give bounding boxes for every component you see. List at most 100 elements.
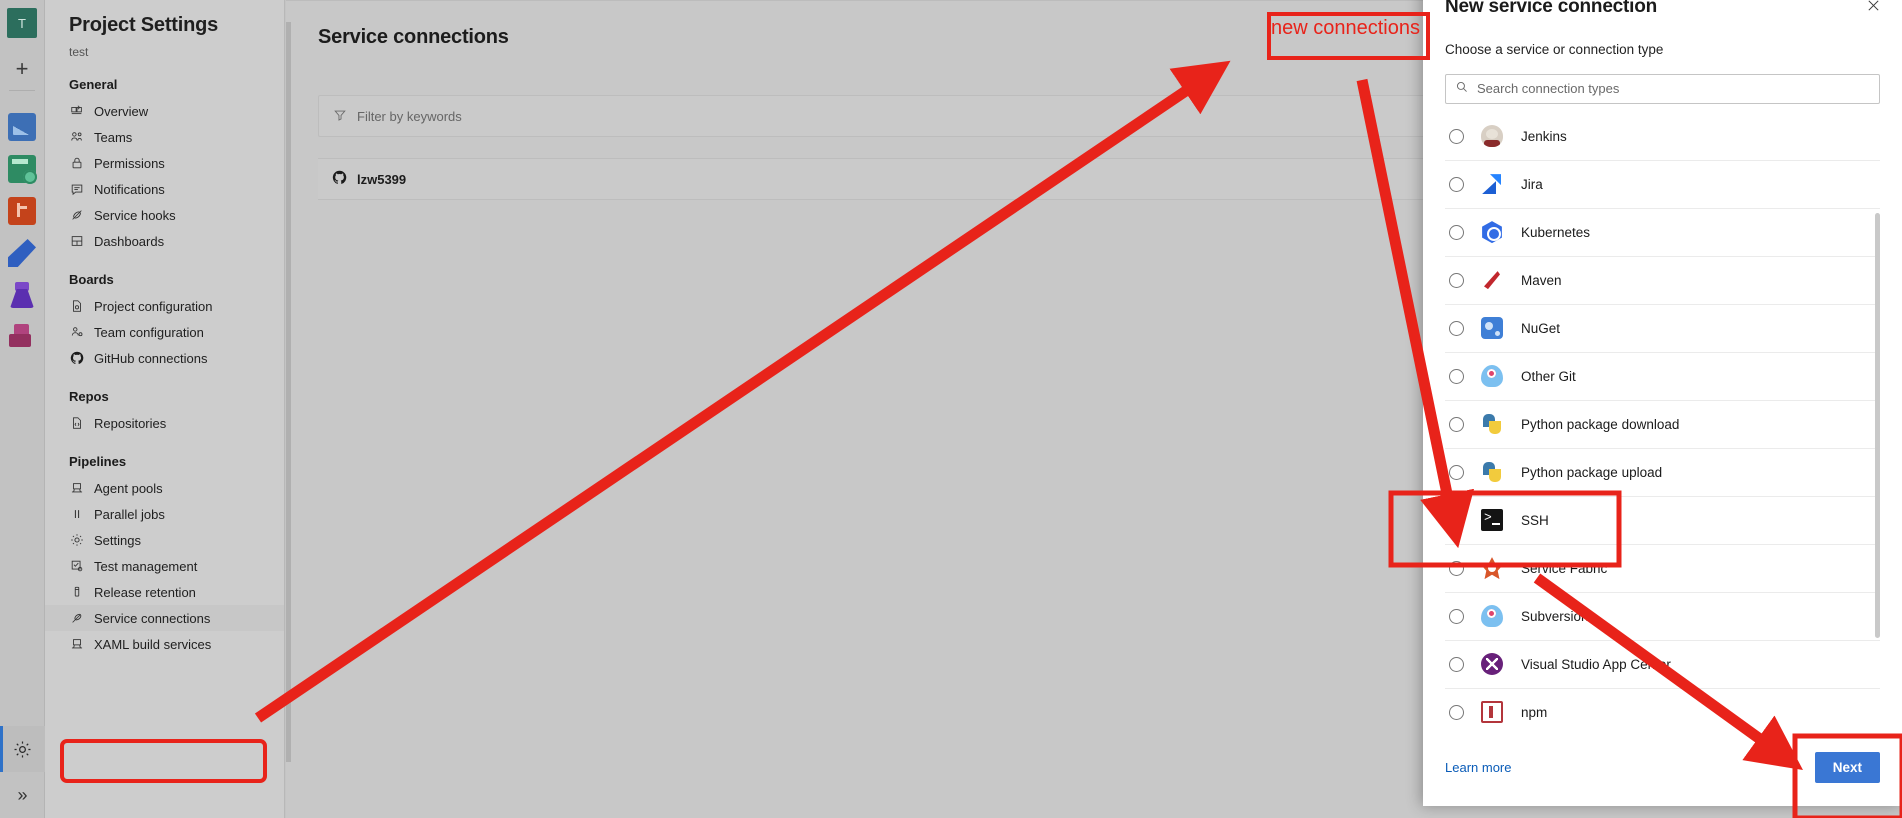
radio-python-package-download[interactable] — [1449, 416, 1464, 432]
sidebar-item-notifications[interactable]: Notifications — [45, 176, 284, 202]
lock-icon — [69, 156, 84, 171]
sidebar-item-repositories[interactable]: Repositories — [45, 410, 284, 436]
close-icon[interactable] — [1860, 0, 1886, 18]
list-item-label: Subversion — [1521, 608, 1589, 624]
subversion-icon — [1481, 605, 1503, 628]
sidebar-item-agent-pools[interactable]: Agent pools — [45, 475, 284, 501]
list-item-visual-studio-app-center[interactable]: Visual Studio App Center — [1445, 641, 1880, 689]
sidebar-item-github-connections[interactable]: GitHub connections — [45, 345, 284, 371]
sidebar-item-service-connections[interactable]: Service connections — [45, 605, 284, 631]
organization-avatar[interactable]: T — [7, 8, 37, 38]
artifacts-icon[interactable] — [8, 323, 36, 351]
radio-service-fabric[interactable] — [1449, 560, 1464, 576]
teams-icon — [69, 130, 84, 145]
sidebar-item-release-retention[interactable]: Release retention — [45, 579, 284, 605]
boards-icon[interactable] — [8, 155, 37, 184]
global-nav-rail: T + » — [0, 0, 45, 818]
sidebar-item-service-hooks[interactable]: Service hooks — [45, 202, 284, 228]
pipelines-icon[interactable] — [8, 239, 36, 267]
list-item-label: SSH — [1521, 512, 1549, 528]
sidebar-item-teams[interactable]: Teams — [45, 124, 284, 150]
filter-icon — [333, 108, 347, 125]
sidebar-item-label: Team configuration — [94, 324, 204, 340]
create-new-icon[interactable]: + — [7, 52, 37, 86]
list-item-python-package-download[interactable]: Python package download — [1445, 401, 1880, 449]
learn-more-link[interactable]: Learn more — [1445, 760, 1511, 775]
sidebar-item-permissions[interactable]: Permissions — [45, 150, 284, 176]
service-fabric-icon — [1481, 557, 1503, 580]
list-item-label: NuGet — [1521, 320, 1561, 336]
dialog-list-scrollbar[interactable] — [1875, 212, 1880, 638]
list-item-ssh[interactable]: SSH — [1445, 497, 1880, 545]
list-item-jenkins[interactable]: Jenkins — [1445, 113, 1880, 161]
project-configuration-icon — [69, 299, 84, 314]
radio-nuget[interactable] — [1449, 320, 1464, 336]
sidebar-item-xaml-build-services[interactable]: XAML build services — [45, 631, 284, 657]
test-management-icon — [69, 559, 84, 574]
radio-jenkins[interactable] — [1449, 128, 1464, 144]
project-settings-nav: Project Settings test General Overview T… — [45, 0, 285, 818]
sidebar-item-dashboards[interactable]: Dashboards — [45, 228, 284, 254]
sidebar-item-label: Settings — [94, 532, 141, 548]
nav-group-general: General — [69, 77, 118, 92]
list-item-kubernetes[interactable]: Kubernetes — [1445, 209, 1880, 257]
dialog-header: New service connection — [1423, 0, 1902, 18]
main-scrollbar[interactable] — [286, 22, 291, 762]
test-plans-icon[interactable] — [9, 281, 35, 309]
list-item-label: Kubernetes — [1521, 224, 1591, 240]
python-icon — [1481, 413, 1503, 435]
sidebar-item-parallel-jobs[interactable]: Parallel jobs — [45, 501, 284, 527]
project-settings-gear-icon[interactable] — [0, 726, 45, 772]
overview-icon — [69, 104, 84, 119]
sidebar-item-label: Agent pools — [94, 480, 163, 496]
radio-maven[interactable] — [1449, 272, 1464, 288]
radio-jira[interactable] — [1449, 176, 1464, 192]
sidebar-item-overview[interactable]: Overview — [45, 98, 284, 124]
repositories-icon — [69, 416, 84, 431]
list-item-label: Jenkins — [1521, 128, 1567, 144]
connection-type-list: Jenkins Jira Kubernetes Maven NuGet Othe… — [1445, 113, 1880, 728]
list-item-npm[interactable]: npm — [1445, 689, 1880, 728]
radio-other-git[interactable] — [1449, 368, 1464, 384]
sidebar-item-label: GitHub connections — [94, 350, 208, 366]
sidebar-item-project-configuration[interactable]: Project configuration — [45, 293, 284, 319]
list-item-jira[interactable]: Jira — [1445, 161, 1880, 209]
agent-pools-icon — [69, 481, 84, 496]
radio-subversion[interactable] — [1449, 608, 1464, 624]
list-item-service-fabric[interactable]: Service Fabric — [1445, 545, 1880, 593]
radio-ssh[interactable] — [1449, 512, 1464, 528]
radio-kubernetes[interactable] — [1449, 224, 1464, 240]
list-item-python-package-upload[interactable]: Python package upload — [1445, 449, 1880, 497]
dialog-footer: Learn more Next — [1423, 728, 1902, 806]
nav-group-repos: Repos — [69, 389, 109, 404]
search-placeholder: Search connection types — [1477, 81, 1620, 97]
github-icon — [69, 351, 84, 366]
list-item-other-git[interactable]: Other Git — [1445, 353, 1880, 401]
sidebar-item-label: Teams — [94, 129, 133, 145]
sidebar-item-test-management[interactable]: Test management — [45, 553, 284, 579]
list-item-label: Service Fabric — [1521, 560, 1608, 576]
visual-studio-app-center-icon — [1481, 653, 1503, 676]
dialog-subtitle: Choose a service or connection type — [1445, 42, 1664, 57]
radio-visual-studio-app-center[interactable] — [1449, 656, 1464, 672]
expand-rail-icon[interactable]: » — [0, 772, 45, 818]
next-button[interactable]: Next — [1814, 751, 1880, 783]
sidebar-item-team-configuration[interactable]: Team configuration — [45, 319, 284, 345]
radio-npm[interactable] — [1449, 704, 1464, 720]
list-item-label: Python package download — [1521, 416, 1680, 432]
list-item-subversion[interactable]: Subversion — [1445, 593, 1880, 641]
repos-icon[interactable] — [8, 197, 36, 225]
radio-python-package-upload[interactable] — [1449, 464, 1464, 480]
python-icon — [1481, 461, 1503, 483]
sidebar-item-label: Parallel jobs — [94, 506, 165, 522]
sidebar-item-settings[interactable]: Settings — [45, 527, 284, 553]
jira-icon — [1481, 173, 1503, 195]
filter-placeholder: Filter by keywords — [357, 108, 462, 124]
search-icon — [1455, 80, 1469, 97]
sidebar-item-label: Release retention — [94, 584, 196, 600]
overview-icon[interactable] — [8, 113, 36, 141]
list-item-maven[interactable]: Maven — [1445, 257, 1880, 305]
list-item-nuget[interactable]: NuGet — [1445, 305, 1880, 353]
search-input[interactable]: Search connection types — [1445, 74, 1880, 104]
npm-icon — [1481, 701, 1503, 724]
